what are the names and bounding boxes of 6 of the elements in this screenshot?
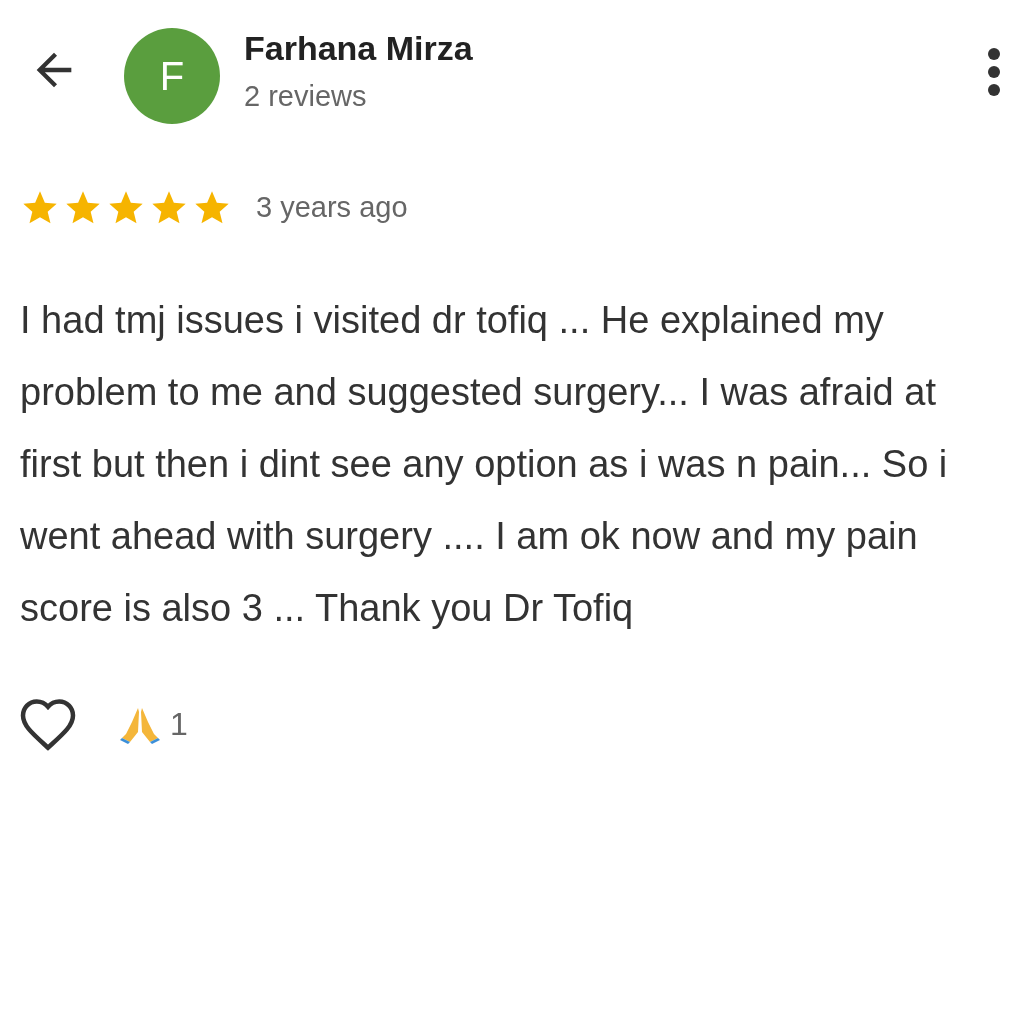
review-count[interactable]: 2 reviews: [244, 75, 473, 119]
avatar: F: [124, 28, 220, 124]
reviewer-name: Farhana Mirza: [244, 30, 473, 68]
review-time: 3 years ago: [256, 190, 408, 225]
review-text: I had tmj issues i visited dr tofiq ... He explained my problem to me and suggested surgery... I was afraid at first but then i dint see any option as i was n pain... So i went ahead with surgery .... I am ok now and my pain score is also 3 ... Thank you Dr Tofiq: [19, 297, 949, 631]
reaction-count: 1: [170, 704, 188, 744]
